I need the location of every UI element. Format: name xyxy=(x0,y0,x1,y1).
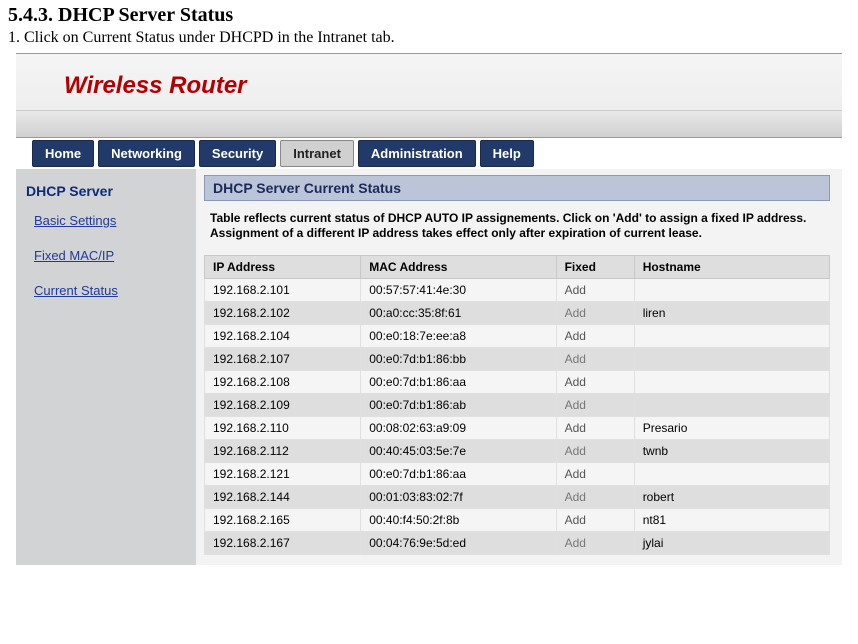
cell-fixed: Add xyxy=(556,440,634,463)
sidebar-heading: DHCP Server xyxy=(26,183,186,199)
cell-hostname: nt81 xyxy=(634,509,829,532)
cell-ip: 192.168.2.108 xyxy=(205,371,361,394)
table-row: 192.168.2.10200:a0:cc:35:8f:61 Add liren xyxy=(205,302,830,325)
cell-ip: 192.168.2.165 xyxy=(205,509,361,532)
add-button[interactable]: Add xyxy=(565,421,586,435)
table-row: 192.168.2.10900:e0:7d:b1:86:ab Add xyxy=(205,394,830,417)
add-button[interactable]: Add xyxy=(565,467,586,481)
banner: Wireless Router xyxy=(16,54,842,110)
cell-fixed: Add xyxy=(556,302,634,325)
cell-mac: 00:e0:7d:b1:86:ab xyxy=(361,394,556,417)
cell-hostname xyxy=(634,348,829,371)
add-button[interactable]: Add xyxy=(565,375,586,389)
main-area: DHCP Server Basic Settings Fixed MAC/IP Cu… xyxy=(16,169,842,565)
cell-mac: 00:e0:18:7e:ee:a8 xyxy=(361,325,556,348)
tab-home[interactable]: Home xyxy=(32,140,94,167)
cell-mac: 00:e0:7d:b1:86:aa xyxy=(361,371,556,394)
router-admin-window: Wireless Router HomeNetworkingSecurityIn… xyxy=(16,53,842,565)
cell-hostname: jylai xyxy=(634,532,829,555)
cell-mac: 00:01:03:83:02:7f xyxy=(361,486,556,509)
cell-ip: 192.168.2.101 xyxy=(205,279,361,302)
cell-mac: 00:a0:cc:35:8f:61 xyxy=(361,302,556,325)
col-header-ip: IP Address xyxy=(205,256,361,279)
cell-mac: 00:e0:7d:b1:86:bb xyxy=(361,348,556,371)
sidebar: DHCP Server Basic Settings Fixed MAC/IP Cu… xyxy=(16,169,196,565)
cell-fixed: Add xyxy=(556,325,634,348)
cell-mac: 00:e0:7d:b1:86:aa xyxy=(361,463,556,486)
table-row: 192.168.2.10100:57:57:41:4e:30 Add xyxy=(205,279,830,302)
cell-fixed: Add xyxy=(556,371,634,394)
col-header-fixed: Fixed xyxy=(556,256,634,279)
tab-administration[interactable]: Administration xyxy=(358,140,476,167)
table-row: 192.168.2.11000:08:02:63:a9:09 Add Presari… xyxy=(205,417,830,440)
table-row: 192.168.2.12100:e0:7d:b1:86:aa Add xyxy=(205,463,830,486)
doc-section-heading: 5.4.3. DHCP Server Status xyxy=(0,0,858,29)
cell-hostname xyxy=(634,279,829,302)
add-button[interactable]: Add xyxy=(565,536,586,550)
tab-help[interactable]: Help xyxy=(480,140,534,167)
cell-ip: 192.168.2.107 xyxy=(205,348,361,371)
cell-ip: 192.168.2.104 xyxy=(205,325,361,348)
doc-instruction: 1. Click on Current Status under DHCPD i… xyxy=(0,29,858,53)
main-tabs: HomeNetworkingSecurityIntranetAdministra… xyxy=(16,138,842,169)
tab-networking[interactable]: Networking xyxy=(98,140,195,167)
add-button[interactable]: Add xyxy=(565,490,586,504)
tab-intranet[interactable]: Intranet xyxy=(280,140,354,167)
table-row: 192.168.2.10800:e0:7d:b1:86:aa Add xyxy=(205,371,830,394)
cell-ip: 192.168.2.109 xyxy=(205,394,361,417)
table-row: 192.168.2.10700:e0:7d:b1:86:bb Add xyxy=(205,348,830,371)
panel-description: Table reflects current status of DHCP AU… xyxy=(204,201,830,255)
sub-banner xyxy=(16,110,842,138)
cell-fixed: Add xyxy=(556,509,634,532)
cell-mac: 00:08:02:63:a9:09 xyxy=(361,417,556,440)
cell-mac: 00:57:57:41:4e:30 xyxy=(361,279,556,302)
dhcp-lease-table: IP Address MAC Address Fixed Hostname 19… xyxy=(204,255,830,555)
cell-fixed: Add xyxy=(556,394,634,417)
cell-mac: 00:04:76:9e:5d:ed xyxy=(361,532,556,555)
cell-hostname: twnb xyxy=(634,440,829,463)
cell-mac: 00:40:f4:50:2f:8b xyxy=(361,509,556,532)
cell-ip: 192.168.2.144 xyxy=(205,486,361,509)
cell-fixed: Add xyxy=(556,348,634,371)
panel-title: DHCP Server Current Status xyxy=(204,175,830,201)
sidebar-link-fixed-mac-ip[interactable]: Fixed MAC/IP xyxy=(34,248,186,263)
cell-ip: 192.168.2.102 xyxy=(205,302,361,325)
table-row: 192.168.2.11200:40:45:03:5e:7e Add twnb xyxy=(205,440,830,463)
cell-hostname: robert xyxy=(634,486,829,509)
tab-security[interactable]: Security xyxy=(199,140,276,167)
cell-hostname xyxy=(634,371,829,394)
sidebar-link-current-status[interactable]: Current Status xyxy=(34,283,186,298)
cell-fixed: Add xyxy=(556,486,634,509)
cell-ip: 192.168.2.167 xyxy=(205,532,361,555)
cell-fixed: Add xyxy=(556,417,634,440)
cell-fixed: Add xyxy=(556,463,634,486)
cell-fixed: Add xyxy=(556,279,634,302)
add-button[interactable]: Add xyxy=(565,352,586,366)
cell-hostname xyxy=(634,394,829,417)
cell-ip: 192.168.2.110 xyxy=(205,417,361,440)
add-button[interactable]: Add xyxy=(565,398,586,412)
col-header-hostname: Hostname xyxy=(634,256,829,279)
table-row: 192.168.2.16700:04:76:9e:5d:ed Add jylai xyxy=(205,532,830,555)
table-row: 192.168.2.16500:40:f4:50:2f:8b Add nt81 xyxy=(205,509,830,532)
sidebar-link-basic-settings[interactable]: Basic Settings xyxy=(34,213,186,228)
banner-title: Wireless Router xyxy=(64,72,247,99)
cell-hostname xyxy=(634,325,829,348)
add-button[interactable]: Add xyxy=(565,329,586,343)
cell-hostname xyxy=(634,463,829,486)
add-button[interactable]: Add xyxy=(565,283,586,297)
cell-hostname: Presario xyxy=(634,417,829,440)
table-row: 192.168.2.14400:01:03:83:02:7f Add robert xyxy=(205,486,830,509)
cell-fixed: Add xyxy=(556,532,634,555)
col-header-mac: MAC Address xyxy=(361,256,556,279)
add-button[interactable]: Add xyxy=(565,306,586,320)
content-panel: DHCP Server Current Status Table reflect… xyxy=(196,169,842,565)
cell-ip: 192.168.2.121 xyxy=(205,463,361,486)
add-button[interactable]: Add xyxy=(565,444,586,458)
cell-hostname: liren xyxy=(634,302,829,325)
add-button[interactable]: Add xyxy=(565,513,586,527)
cell-mac: 00:40:45:03:5e:7e xyxy=(361,440,556,463)
cell-ip: 192.168.2.112 xyxy=(205,440,361,463)
table-row: 192.168.2.10400:e0:18:7e:ee:a8 Add xyxy=(205,325,830,348)
